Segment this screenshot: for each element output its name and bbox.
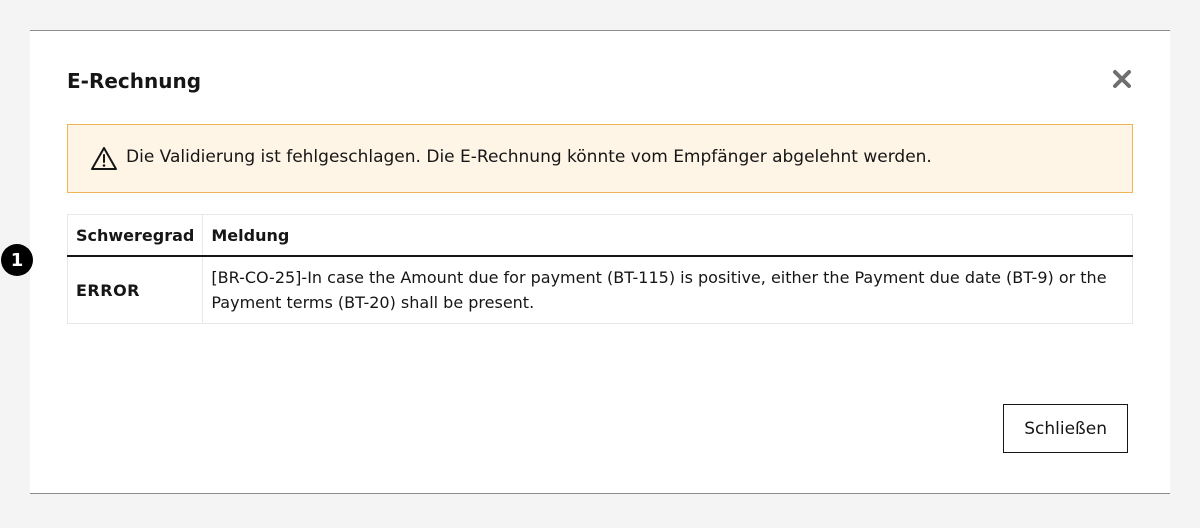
validation-warning: Die Validierung ist fehlgeschlagen. Die … xyxy=(67,124,1133,193)
severity-cell: ERROR xyxy=(66,256,204,324)
warning-message: Die Validierung ist fehlgeschlagen. Die … xyxy=(126,146,932,167)
column-header-severity: Schweregrad xyxy=(66,214,204,257)
e-invoice-dialog: E-Rechnung Die Validierung ist fehlgesch… xyxy=(30,30,1170,494)
column-header-message: Meldung xyxy=(202,214,1133,257)
dialog-title: E-Rechnung xyxy=(67,69,202,93)
row-number-badge: 1 xyxy=(1,244,33,276)
validation-table: Schweregrad Meldung ERROR [BR-CO-25]-In … xyxy=(66,214,1133,324)
message-cell: [BR-CO-25]-In case the Amount due for pa… xyxy=(202,256,1133,324)
close-button[interactable]: Schließen xyxy=(1003,404,1128,453)
table-header-row: Schweregrad Meldung xyxy=(66,214,1133,257)
table-row: ERROR [BR-CO-25]-In case the Amount due … xyxy=(66,256,1133,324)
close-icon[interactable] xyxy=(1108,65,1136,93)
warning-icon xyxy=(90,145,118,173)
